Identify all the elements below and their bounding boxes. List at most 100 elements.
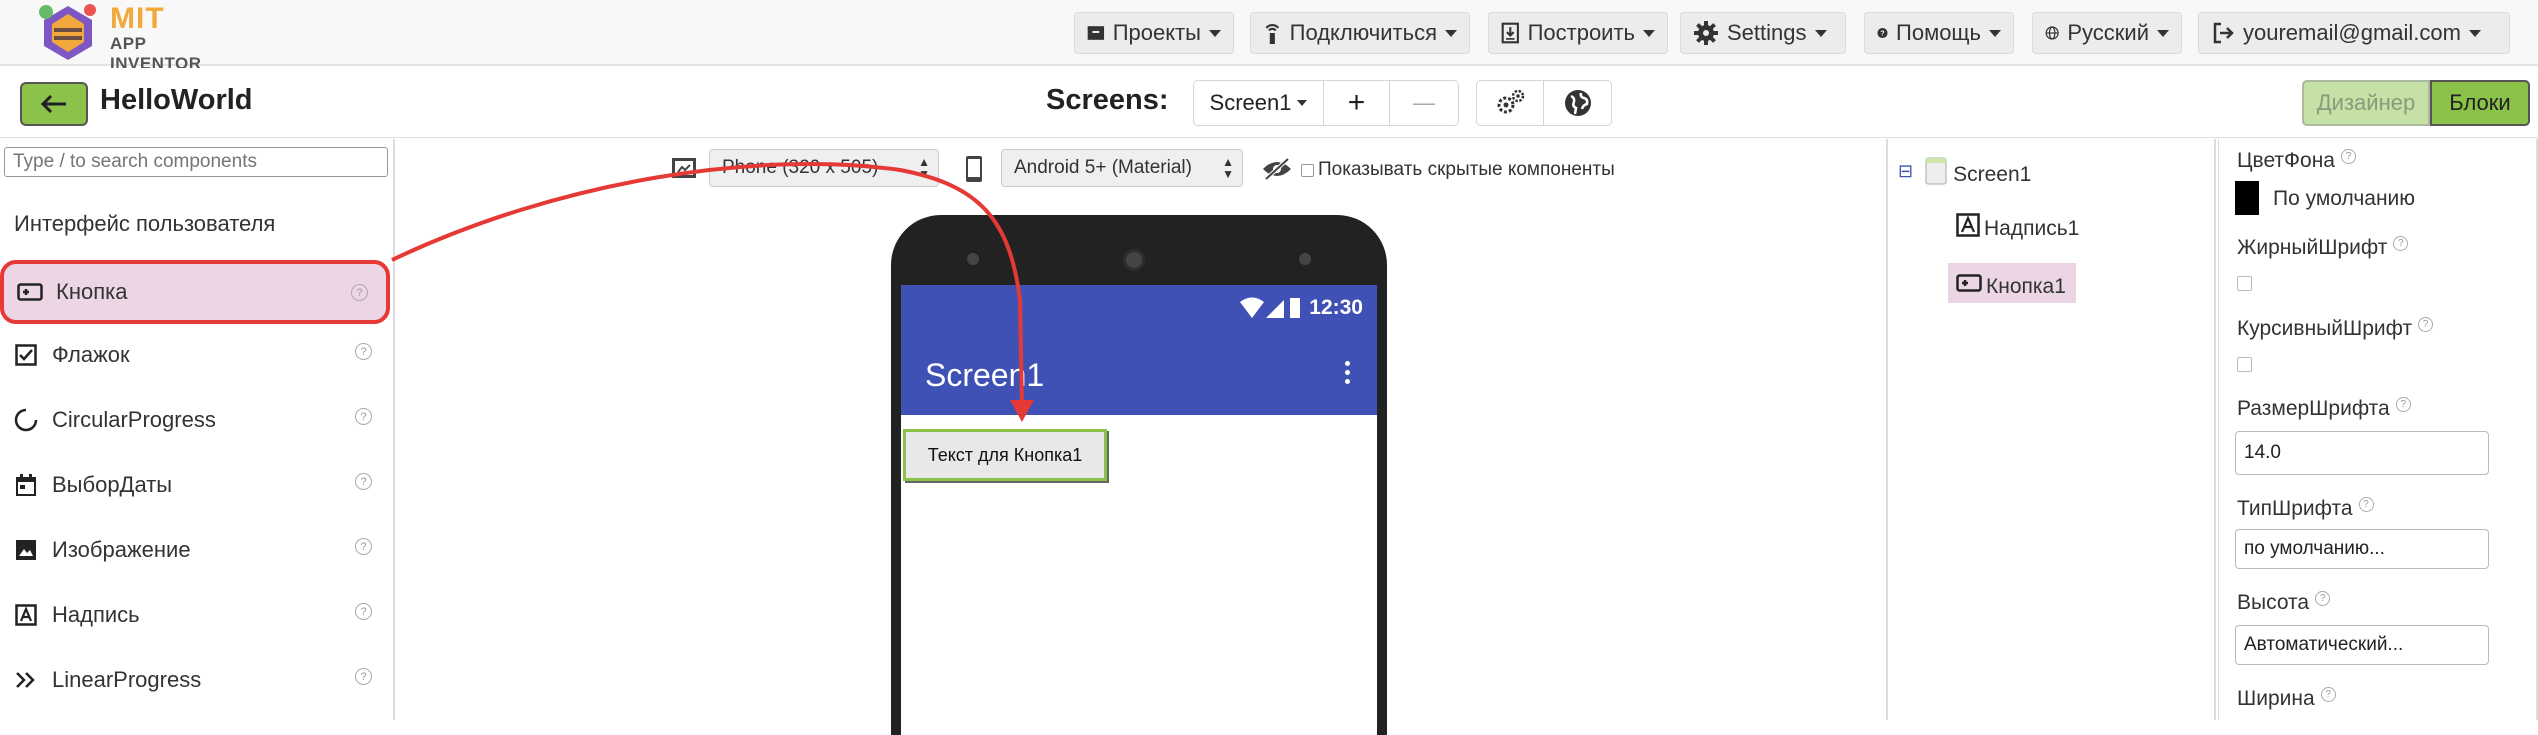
app-inventor-logo[interactable]: MIT APP INVENTOR — [30, 2, 230, 73]
prop-label-text: РазмерШрифта — [2237, 397, 2390, 420]
palette-category-user-interface[interactable]: Интерфейс пользователя — [14, 211, 275, 237]
prop-height-select[interactable]: Автоматический... — [2235, 625, 2489, 665]
palette-item-date-picker[interactable]: ВыборДаты ? — [0, 453, 390, 517]
prop-font-size-input[interactable]: 14.0 — [2235, 431, 2489, 475]
menu-projects-label: Проекты — [1112, 20, 1201, 45]
tree-item-label1[interactable]: Надпись1 — [1956, 209, 2079, 241]
globe-icon — [1564, 90, 1591, 116]
phone-icon — [966, 156, 982, 182]
project-properties-button[interactable] — [1477, 81, 1544, 125]
prop-background-color-value[interactable]: По умолчанию — [2273, 187, 2415, 211]
phone-speaker — [1123, 249, 1145, 271]
phone-screen-title: Screen1 — [925, 357, 1045, 393]
screen-select[interactable]: Screen1 — [1194, 81, 1324, 125]
blocks-button[interactable]: Блоки — [2430, 80, 2530, 126]
prop-font-type-select[interactable]: по умолчанию... — [2235, 529, 2489, 569]
palette-item-linear-progress[interactable]: LinearProgress ? — [0, 648, 390, 712]
menu-language-label: Русский — [2067, 20, 2149, 45]
menu-language[interactable]: Русский — [2032, 12, 2182, 54]
help-icon[interactable]: ? — [355, 343, 372, 360]
help-icon[interactable]: ? — [2418, 317, 2434, 332]
prop-bold-label: ЖирныйШрифт? — [2237, 236, 2409, 260]
checkbox-icon — [0, 344, 52, 366]
button-icon — [1956, 274, 1982, 292]
palette-item-label: Флажок — [52, 342, 130, 367]
palette-item-label: Надпись — [52, 602, 140, 627]
menu-connect[interactable]: Подключиться — [1250, 12, 1470, 54]
overflow-menu-icon — [1345, 361, 1351, 388]
add-screen-button[interactable]: + — [1324, 81, 1390, 125]
help-icon[interactable]: ? — [355, 603, 372, 620]
publish-button[interactable] — [1544, 81, 1611, 125]
help-icon[interactable]: ? — [355, 408, 372, 425]
palette-item-checkbox[interactable]: Флажок ? — [0, 323, 390, 387]
prop-label-text: ЖирныйШрифт — [2237, 236, 2388, 259]
tree-item-button1[interactable]: Кнопка1 — [1948, 263, 2076, 303]
signout-icon — [2213, 22, 2234, 44]
chevron-down-icon — [1989, 29, 2001, 37]
logo-mit-text: MIT — [110, 2, 165, 35]
help-icon[interactable]: ? — [355, 538, 372, 555]
menu-projects[interactable]: Проекты — [1074, 12, 1234, 54]
help-icon[interactable]: ? — [2315, 591, 2331, 606]
prop-width-label: Ширина? — [2237, 687, 2336, 711]
show-hidden-checkbox[interactable] — [1301, 163, 1314, 177]
palette-item-label-component[interactable]: Надпись ? — [0, 583, 390, 647]
phone-preview: 12:30 Screen1 Текст для Кнопка1 — [891, 215, 1387, 735]
palette-item-circular-progress[interactable]: CircularProgress ? — [0, 388, 390, 452]
chevron-down-icon — [1209, 29, 1221, 37]
project-toolbar: HelloWorld Screens: Screen1 + — Дизайнер… — [0, 68, 2538, 138]
help-icon[interactable]: ? — [355, 473, 372, 490]
prop-label-text: КурсивныйШрифт — [2237, 317, 2413, 340]
help-icon[interactable]: ? — [2340, 149, 2356, 164]
menu-settings[interactable]: Settings — [1680, 12, 1846, 54]
remove-screen-button[interactable]: — — [1390, 81, 1458, 125]
palette-item-label: CircularProgress — [52, 407, 216, 432]
top-bar: MIT APP INVENTOR Проекты Подключиться По… — [0, 0, 2538, 73]
properties-panel: ЦветФона? По умолчанию ЖирныйШрифт? Курс… — [2218, 139, 2538, 720]
phone-status-bar: 12:30 — [901, 285, 1377, 331]
palette-item-label: LinearProgress — [52, 667, 202, 692]
circular-progress-icon — [0, 408, 52, 432]
collapse-icon[interactable]: ⊟ — [1898, 161, 1913, 182]
designer-button[interactable]: Дизайнер — [2302, 80, 2430, 126]
prop-bold-checkbox[interactable] — [2237, 276, 2252, 291]
help-icon[interactable]: ? — [2393, 236, 2409, 251]
palette-item-image[interactable]: Изображение ? — [0, 518, 390, 582]
help-icon[interactable]: ? — [351, 284, 368, 301]
globe-icon — [2045, 26, 2059, 40]
menu-settings-label: Settings — [1727, 20, 1807, 45]
help-icon: ? — [1877, 27, 1888, 39]
help-icon[interactable]: ? — [355, 668, 372, 685]
chevron-down-icon — [1297, 100, 1308, 106]
palette-item-button[interactable]: Кнопка ? — [0, 260, 390, 324]
tree-root-screen1[interactable]: ⊟ Screen1 — [1898, 155, 2031, 187]
select-arrows-icon: ▲ ▼ — [918, 155, 930, 181]
components-panel: ⊟ Screen1 Надпись1 Кнопка1 — [1886, 139, 2216, 720]
help-icon[interactable]: ? — [2358, 497, 2374, 512]
color-swatch[interactable] — [2235, 181, 2259, 215]
menu-connect-label: Подключиться — [1289, 20, 1437, 45]
screen-icon — [1925, 157, 1947, 185]
component-search-input[interactable] — [4, 147, 388, 177]
prop-font-size-label: РазмерШрифта? — [2237, 397, 2411, 421]
screens-label: Screens: — [1046, 84, 1169, 116]
viewer-panel: Phone (320 x 505) ▲ ▼ Android 5+ (Materia… — [397, 139, 1885, 735]
palette-item-label: Кнопка — [56, 279, 128, 304]
menu-help[interactable]: ? Помощь — [1864, 12, 2014, 54]
prop-height-label: Высота? — [2237, 591, 2331, 615]
theme-select[interactable]: Android 5+ (Material) ▲ ▼ — [1001, 149, 1243, 187]
prop-italic-checkbox[interactable] — [2237, 357, 2252, 372]
show-hidden-toggle[interactable]: Показывать скрытые компоненты — [1301, 159, 1615, 181]
tree-label: Screen1 — [1953, 163, 2032, 186]
help-icon[interactable]: ? — [2320, 687, 2336, 702]
preview-button-component[interactable]: Текст для Кнопка1 — [903, 429, 1107, 481]
help-icon[interactable]: ? — [2395, 397, 2411, 412]
svg-text:?: ? — [1880, 30, 1884, 37]
back-button[interactable] — [20, 82, 88, 126]
prop-label-text: Высота — [2237, 591, 2310, 614]
menu-account[interactable]: youremail@gmail.com — [2198, 12, 2510, 54]
select-arrows-icon: ▲ ▼ — [1222, 155, 1234, 181]
device-size-select[interactable]: Phone (320 x 505) ▲ ▼ — [709, 149, 939, 187]
menu-build[interactable]: Построить — [1488, 12, 1668, 54]
